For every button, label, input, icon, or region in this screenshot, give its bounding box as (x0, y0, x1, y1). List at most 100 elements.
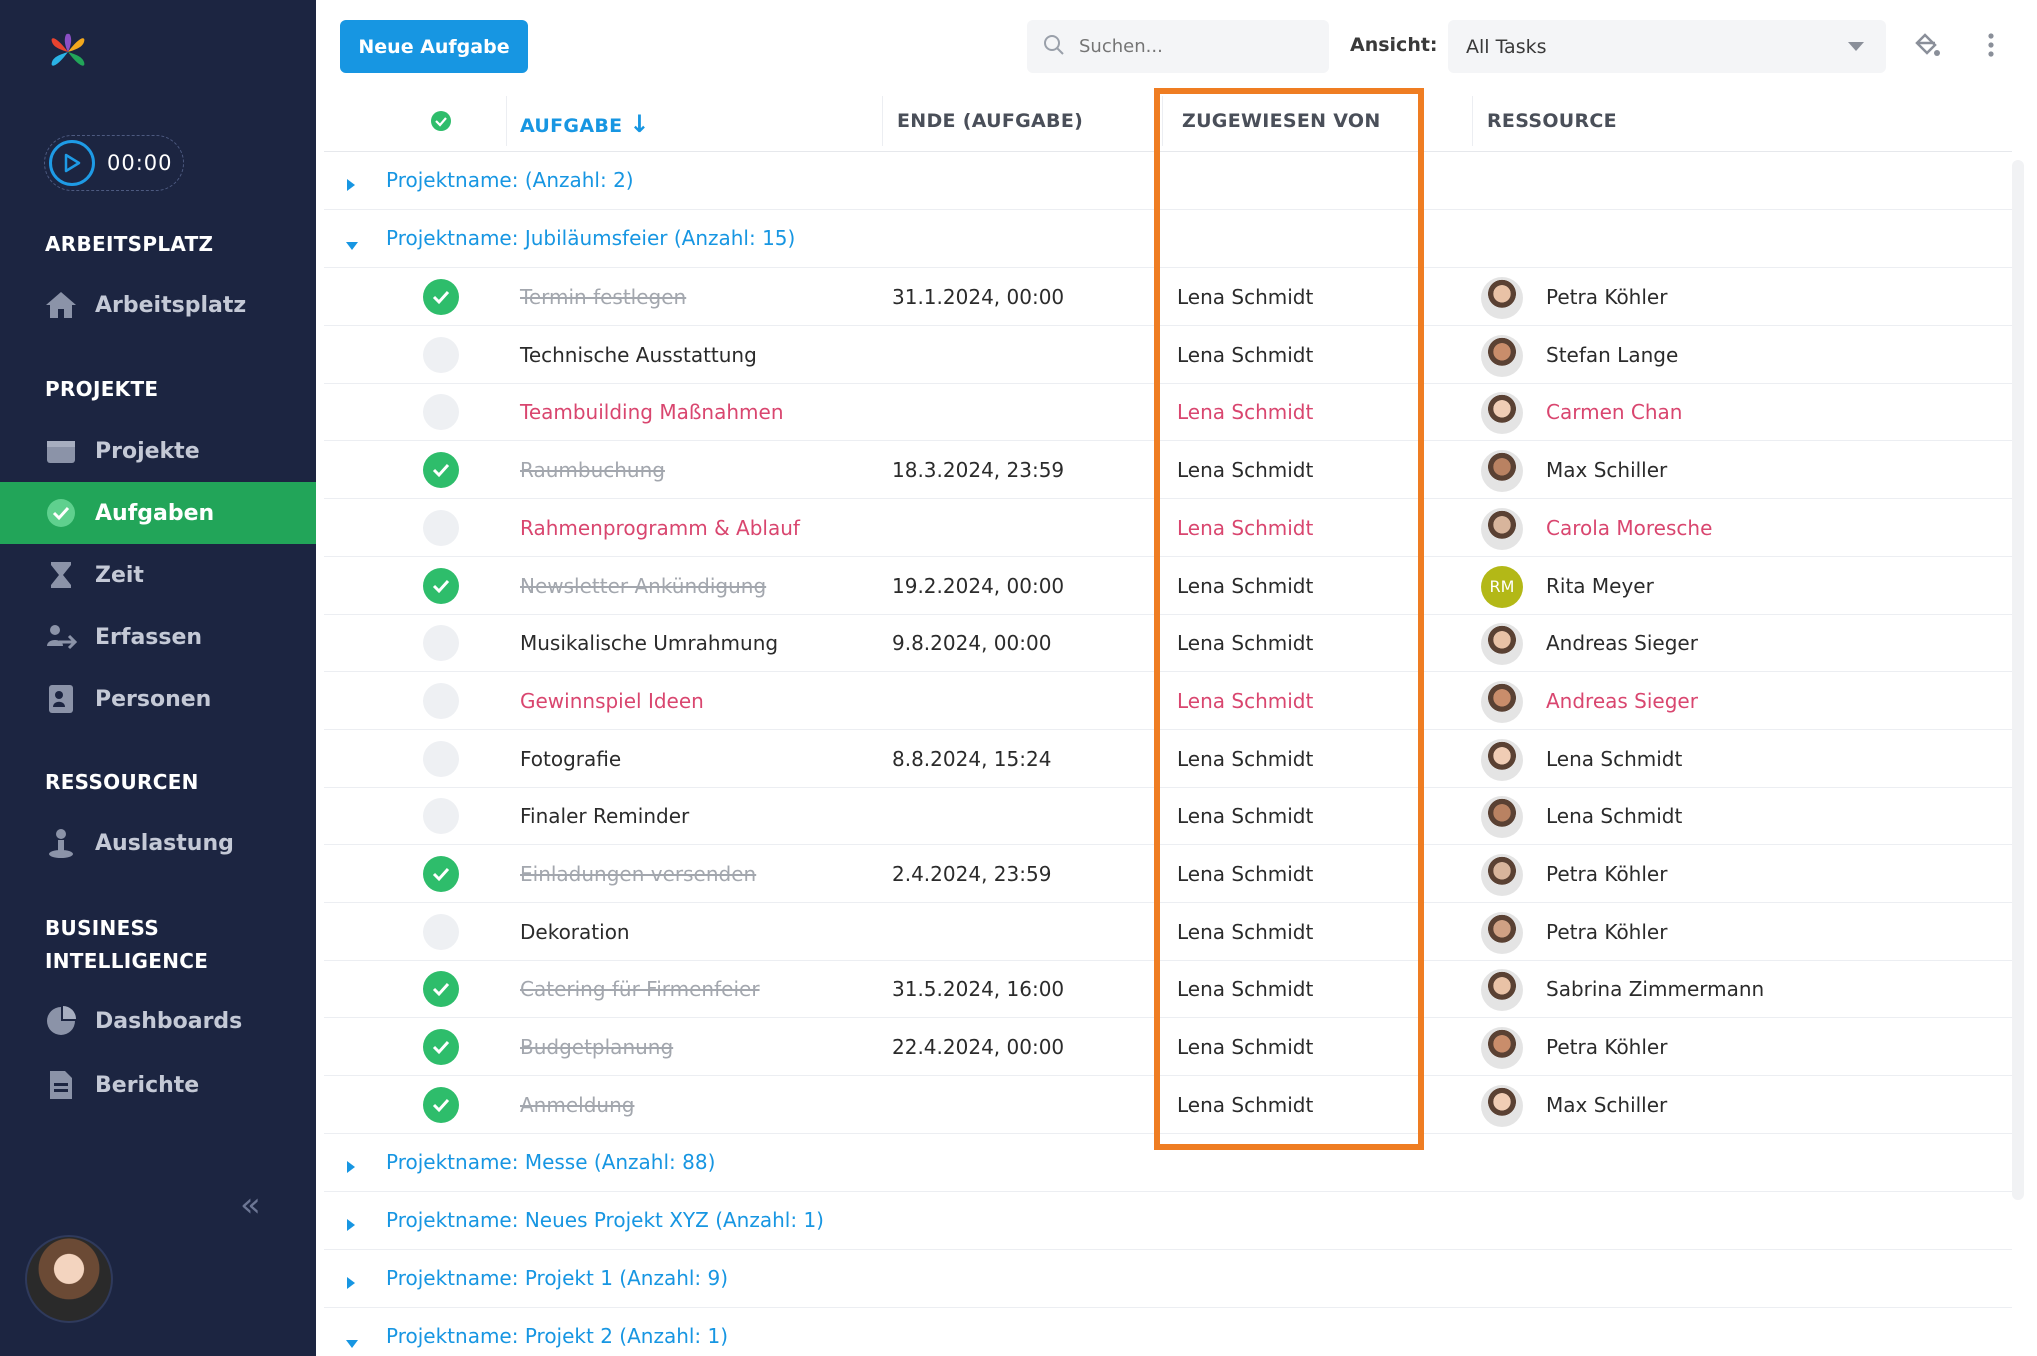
table-row[interactable]: Budgetplanung 22.4.2024, 00:00 Lena Schmid… (324, 1018, 2012, 1077)
sidebar-item-zeit[interactable]: Zeit (0, 544, 316, 606)
completed-check-icon[interactable] (423, 856, 459, 892)
open-task-checkbox[interactable] (423, 394, 459, 431)
table-row[interactable]: Einladungen versenden 2.4.2024, 23:59 Lena… (324, 845, 2012, 903)
new-task-button[interactable]: Neue Aufgabe (340, 20, 528, 73)
task-name[interactable]: Catering für Firmenfeier (520, 977, 760, 1001)
paint-bucket-icon[interactable] (1912, 30, 1942, 60)
task-name[interactable]: Teambuilding Maßnahmen (520, 400, 784, 424)
task-name[interactable]: Technische Ausstattung (520, 343, 757, 367)
table-row[interactable]: Gewinnspiel Ideen Lena Schmidt Andreas Sie… (324, 672, 2012, 730)
table-row[interactable]: Raumbuchung 18.3.2024, 23:59 Lena Schmidt M… (324, 441, 2012, 500)
group-row[interactable]: Projektname: Jubiläumsfeier (Anzahl: 15) (324, 210, 2012, 268)
task-end-date: 19.2.2024, 00:00 (892, 573, 1065, 598)
table-row[interactable]: Finaler Reminder Lena Schmidt Lena Schmidt (324, 787, 2012, 846)
hourglass-icon (44, 558, 78, 592)
contact-card-icon (44, 682, 78, 716)
table-row[interactable]: Rahmenprogramm & Ablauf Lena Schmidt Carol… (324, 499, 2012, 557)
vertical-scrollbar[interactable] (2012, 160, 2024, 1200)
column-separator (506, 96, 507, 146)
collapse-sidebar-button[interactable]: « (240, 1185, 261, 1225)
task-name[interactable]: Rahmenprogramm & Ablauf (520, 516, 800, 540)
collapse-icon[interactable] (346, 236, 358, 255)
table-row[interactable]: Teambuilding Maßnahmen Lena Schmidt Carmen… (324, 383, 2012, 442)
search-box[interactable] (1027, 20, 1329, 73)
completed-check-icon[interactable] (423, 452, 459, 489)
column-header-end[interactable]: ENDE (AUFGABE) (897, 110, 1083, 132)
completed-check-icon[interactable] (423, 971, 459, 1008)
resource-name: Max Schiller (1546, 458, 1668, 483)
group-label: Projektname: Projekt 1 (Anzahl: 9) (386, 1266, 729, 1290)
view-select[interactable]: All Tasks (1448, 20, 1886, 73)
table-row[interactable]: Fotografie 8.8.2024, 15:24 Lena Schmidt Len… (324, 730, 2012, 788)
sidebar-item-berichte[interactable]: Berichte (0, 1054, 316, 1116)
sidebar-item-projekte[interactable]: Projekte (0, 420, 316, 482)
task-name[interactable]: Fotografie (520, 747, 621, 771)
group-row[interactable]: Projektname: Projekt 1 (Anzahl: 9) (324, 1250, 2012, 1308)
open-task-checkbox[interactable] (423, 798, 459, 835)
table-row[interactable]: Newsletter Ankündigung 19.2.2024, 00:00 Le… (324, 557, 2012, 615)
task-name[interactable]: Gewinnspiel Ideen (520, 689, 704, 713)
app-logo[interactable] (46, 30, 90, 74)
task-name[interactable]: Anmeldung (520, 1093, 634, 1117)
task-name[interactable]: Dekoration (520, 920, 630, 944)
sidebar-item-auslastung[interactable]: Auslastung (0, 812, 316, 874)
open-task-checkbox[interactable] (423, 625, 459, 662)
group-row[interactable]: Projektname: Messe (Anzahl: 88) (324, 1134, 2012, 1192)
section-title-business-intelligence: BUSINESS INTELLIGENCE (45, 912, 208, 978)
group-label: Projektname: Messe (Anzahl: 88) (386, 1150, 716, 1174)
open-task-checkbox[interactable] (423, 913, 459, 950)
task-name[interactable]: Newsletter Ankündigung (520, 574, 766, 598)
expand-icon[interactable] (346, 176, 356, 195)
completed-check-icon[interactable] (423, 1029, 459, 1066)
expand-icon[interactable] (346, 1274, 356, 1293)
sidebar-item-arbeitsplatz[interactable]: Arbeitsplatz (0, 274, 316, 336)
column-header-resource[interactable]: RESSOURCE (1487, 110, 1617, 132)
search-input[interactable] (1079, 36, 1309, 57)
task-name[interactable]: Raumbuchung (520, 458, 665, 482)
group-row[interactable]: Projektname: (Anzahl: 2) (324, 152, 2012, 210)
expand-icon[interactable] (346, 1216, 356, 1235)
column-header-task[interactable]: AUFGABE ↓ (520, 110, 650, 138)
open-task-checkbox[interactable] (423, 509, 459, 546)
check-all-icon[interactable] (430, 110, 452, 136)
more-options-icon[interactable] (1976, 30, 2006, 60)
table-row[interactable]: Termin festlegen 31.1.2024, 00:00 Lena Sch… (324, 268, 2012, 326)
task-name[interactable]: Musikalische Umrahmung (520, 631, 778, 655)
table-row[interactable]: Technische Ausstattung Lena Schmidt Stefan… (324, 326, 2012, 384)
sidebar-item-label: Arbeitsplatz (95, 292, 247, 318)
table-header: AUFGABE ↓ ENDE (AUFGABE) ZUGEWIESEN VON … (324, 88, 2012, 152)
collapse-icon[interactable] (346, 1334, 358, 1353)
view-label: Ansicht: (1350, 34, 1438, 56)
assigned-by: Lena Schmidt (1177, 458, 1314, 483)
task-name[interactable]: Termin festlegen (520, 285, 686, 309)
person-load-icon (44, 826, 78, 860)
sidebar-item-dashboards[interactable]: Dashboards (0, 990, 316, 1052)
table-row[interactable]: Musikalische Umrahmung 9.8.2024, 00:00 Len… (324, 614, 2012, 673)
task-name[interactable]: Einladungen versenden (520, 862, 756, 886)
open-task-checkbox[interactable] (423, 682, 459, 719)
column-separator (1472, 96, 1473, 146)
task-name[interactable]: Budgetplanung (520, 1035, 673, 1059)
column-header-assigned-by[interactable]: ZUGEWIESEN VON (1182, 110, 1381, 132)
task-name[interactable]: Finaler Reminder (520, 804, 689, 828)
user-avatar[interactable] (25, 1235, 113, 1323)
expand-icon[interactable] (346, 1158, 356, 1177)
open-task-checkbox[interactable] (423, 740, 459, 777)
resource-name: Lena Schmidt (1546, 746, 1683, 771)
table-row[interactable]: Anmeldung Lena Schmidt Max Schiller (324, 1076, 2012, 1134)
play-icon[interactable] (49, 140, 95, 186)
assigned-by: Lena Schmidt (1177, 400, 1314, 425)
completed-check-icon[interactable] (423, 1086, 459, 1123)
completed-check-icon[interactable] (423, 567, 459, 604)
table-row[interactable]: Catering für Firmenfeier 31.5.2024, 16:00… (324, 960, 2012, 1019)
sidebar-item-aufgaben[interactable]: Aufgaben (0, 482, 316, 544)
group-row[interactable]: Projektname: Neues Projekt XYZ (Anzahl: … (324, 1192, 2012, 1250)
table-row[interactable]: Dekoration Lena Schmidt Petra Köhler (324, 903, 2012, 961)
sidebar-item-label: Auslastung (95, 830, 234, 856)
sidebar-item-erfassen[interactable]: Erfassen (0, 606, 316, 668)
open-task-checkbox[interactable] (423, 336, 459, 373)
completed-check-icon[interactable] (423, 279, 459, 315)
sidebar-item-personen[interactable]: Personen (0, 668, 316, 730)
time-tracker[interactable]: 00:00 (44, 135, 184, 191)
group-row[interactable]: Projektname: Projekt 2 (Anzahl: 1) (324, 1308, 2012, 1356)
